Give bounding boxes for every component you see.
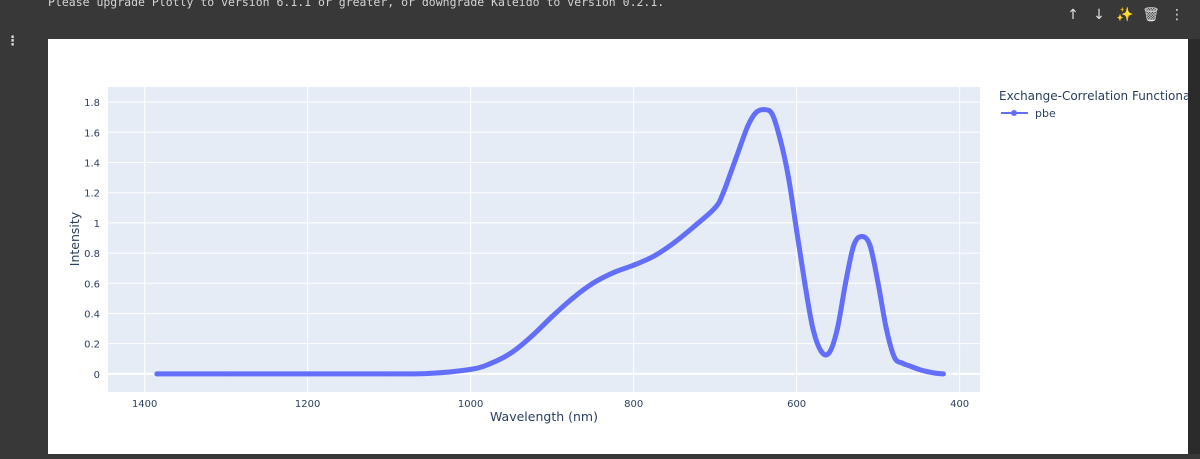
y-tick-label: 1 [94, 219, 100, 230]
y-tick-label: 1.2 [84, 189, 100, 200]
data-point[interactable] [305, 371, 311, 377]
y-tick-label: 1.4 [84, 158, 100, 169]
legend[interactable]: Exchange-Correlation Functional pbe [999, 89, 1194, 120]
scrollbar[interactable] [1188, 39, 1200, 454]
data-point[interactable] [834, 326, 840, 332]
data-point[interactable] [154, 371, 160, 377]
more-options-button[interactable]: ⋮ [1168, 6, 1186, 24]
data-point[interactable] [908, 363, 914, 369]
data-point[interactable] [818, 348, 824, 354]
x-tick-label: 400 [950, 399, 969, 410]
data-point[interactable] [802, 280, 808, 286]
data-point[interactable] [733, 156, 739, 162]
data-point[interactable] [843, 280, 849, 286]
x-tick-label: 600 [787, 399, 806, 410]
data-point[interactable] [785, 175, 791, 181]
data-point[interactable] [427, 370, 433, 376]
data-point[interactable] [891, 354, 897, 360]
data-point[interactable] [549, 314, 555, 320]
data-point[interactable] [529, 333, 535, 339]
data-point[interactable] [488, 360, 494, 366]
move-down-button[interactable]: ↓ [1090, 6, 1108, 24]
plot-output: 0 0.2 0.4 0.6 0.8 1 1.2 1.4 1.6 1.8 1400 1200 1000 8… [48, 39, 1194, 454]
plotly-upgrade-notice: Please upgrade Plotly to version 6.1.1 o… [48, 0, 665, 9]
data-point[interactable] [651, 253, 657, 259]
data-point[interactable] [924, 369, 930, 375]
y-tick-label: 0.4 [84, 309, 100, 320]
x-tick-label: 1200 [295, 399, 320, 410]
data-point[interactable] [777, 137, 783, 143]
data-point[interactable] [712, 205, 718, 211]
data-point[interactable] [769, 111, 775, 117]
y-tick-label: 1.6 [84, 128, 100, 139]
data-point[interactable] [810, 326, 816, 332]
data-point[interactable] [745, 123, 751, 129]
edit-magic-button[interactable]: ✨ [1116, 6, 1134, 24]
data-point[interactable] [753, 110, 759, 116]
y-tick-label: 0.8 [84, 249, 100, 260]
data-point[interactable] [932, 370, 938, 376]
data-point[interactable] [570, 295, 576, 301]
data-point[interactable] [851, 243, 857, 249]
legend-title: Exchange-Correlation Functional [999, 89, 1188, 103]
data-point[interactable] [867, 243, 873, 249]
x-tick-label: 1000 [458, 399, 483, 410]
y-axis-title: Intensity [67, 211, 82, 266]
y-axis: 0 0.2 0.4 0.6 0.8 1 1.2 1.4 1.6 1.8 [84, 98, 100, 381]
data-point[interactable] [508, 350, 514, 356]
data-point[interactable] [794, 227, 800, 233]
y-tick-label: 0.2 [84, 340, 100, 351]
move-up-button[interactable]: ↑ [1064, 6, 1082, 24]
data-point[interactable] [916, 366, 922, 372]
data-point[interactable] [720, 190, 726, 196]
y-tick-label: 1.8 [84, 98, 100, 109]
data-point[interactable] [692, 223, 698, 229]
data-point[interactable] [590, 280, 596, 286]
data-point[interactable] [761, 107, 767, 113]
x-axis-title: Wavelength (nm) [490, 409, 598, 424]
data-point[interactable] [900, 360, 906, 366]
cell-menu-icon[interactable]: ⋮ [6, 34, 19, 49]
legend-item-pbe: pbe [1035, 107, 1056, 120]
y-tick-label: 0.6 [84, 279, 100, 290]
data-point[interactable] [875, 280, 881, 286]
cell-toolbar: ↑ ↓ ✨ 🗑 ⋮ [1064, 6, 1186, 24]
data-point[interactable] [223, 371, 229, 377]
data-point[interactable] [610, 270, 616, 276]
data-point[interactable] [468, 366, 474, 372]
data-point[interactable] [883, 326, 889, 332]
line-chart: 0 0.2 0.4 0.6 0.8 1 1.2 1.4 1.6 1.8 1400 1200 1000 8… [67, 87, 1194, 424]
data-point[interactable] [826, 350, 832, 356]
delete-button[interactable]: 🗑 [1142, 6, 1160, 24]
data-point[interactable] [859, 233, 865, 239]
legend-swatch-marker [1011, 110, 1017, 116]
data-point[interactable] [671, 240, 677, 246]
data-point[interactable] [386, 371, 392, 377]
x-tick-label: 1400 [132, 399, 157, 410]
data-point[interactable] [631, 262, 637, 268]
y-tick-label: 0 [94, 370, 100, 381]
data-point[interactable] [940, 371, 946, 377]
x-tick-label: 800 [624, 399, 643, 410]
